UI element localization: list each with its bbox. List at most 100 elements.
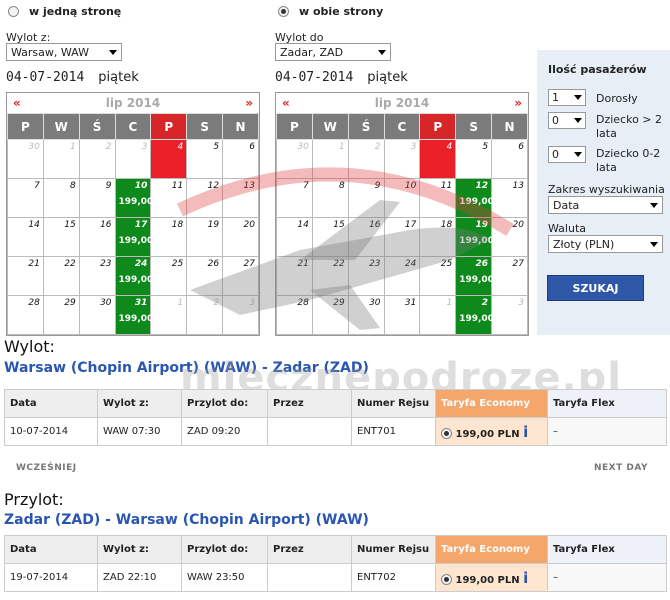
chevron-down-icon bbox=[378, 49, 386, 55]
calendar-day-cell[interactable]: 29 bbox=[42, 295, 80, 335]
day-number: 31 bbox=[134, 298, 148, 308]
weekday-header: C bbox=[383, 113, 421, 140]
calendar-day-cell[interactable]: 17 199,00 bbox=[114, 217, 153, 257]
calendar-day-cell[interactable]: 2 bbox=[78, 139, 116, 179]
calendar-day-cell[interactable]: 21 bbox=[7, 256, 44, 296]
calendar-day-cell[interactable]: 28 bbox=[7, 295, 44, 335]
round-trip-option[interactable]: w obie strony bbox=[278, 5, 383, 18]
col-arrival: Przylot do: bbox=[181, 389, 268, 418]
weekday-header: N bbox=[222, 113, 259, 140]
departure-date[interactable]: 04-07-2014 bbox=[6, 70, 84, 85]
plane-watermark-icon bbox=[177, 167, 514, 330]
arrival-date[interactable]: 04-07-2014 bbox=[275, 70, 353, 85]
table-header-row: Data Wylot z: Przylot do: Przez Numer Re… bbox=[4, 389, 667, 418]
arrival-day: piątek bbox=[367, 70, 408, 85]
flight-arrival: WAW 23:50 bbox=[181, 563, 268, 592]
col-departure: Wylot z: bbox=[97, 535, 182, 564]
calendar-day-cell[interactable]: 3 bbox=[114, 139, 152, 179]
departure-value: Warsaw, WAW bbox=[11, 45, 89, 59]
departure-select[interactable]: Warsaw, WAW bbox=[6, 43, 122, 61]
one-way-label: w jedną stronę bbox=[29, 5, 122, 18]
day-number: 22 bbox=[64, 259, 76, 269]
info-icon[interactable]: i bbox=[523, 569, 528, 587]
calendar-day-cell[interactable]: 9 bbox=[78, 178, 116, 218]
infant-select[interactable]: 0 bbox=[548, 146, 586, 163]
col-flex: Taryfa Flex bbox=[547, 535, 667, 564]
one-way-radio[interactable] bbox=[8, 6, 19, 17]
calendar-day-cell[interactable]: 10 199,00 bbox=[114, 178, 153, 218]
day-price: 199,00 bbox=[118, 314, 154, 324]
day-number: 24 bbox=[134, 259, 148, 269]
departure-day: piątek bbox=[98, 70, 139, 85]
weekday-header: W bbox=[42, 113, 80, 140]
day-number: 14 bbox=[28, 220, 40, 230]
economy-fare-price: 199,00 PLN bbox=[455, 574, 520, 586]
weekday-header: P bbox=[150, 113, 188, 140]
calendar-day-cell[interactable]: 15 bbox=[42, 217, 80, 257]
next-month-icon[interactable]: » bbox=[245, 96, 253, 110]
col-date: Data bbox=[4, 389, 98, 418]
search-range-select[interactable]: Data bbox=[548, 196, 663, 214]
day-number: 9 bbox=[105, 181, 112, 191]
col-economy: Taryfa Economy bbox=[435, 389, 548, 418]
calendar-day-cell[interactable]: 24 199,00 bbox=[114, 256, 153, 296]
chevron-down-icon bbox=[574, 152, 582, 157]
weekday-header: P bbox=[276, 113, 313, 140]
day-number: 1 bbox=[69, 142, 76, 152]
day-number: 8 bbox=[69, 181, 76, 191]
prev-month-icon[interactable]: « bbox=[13, 96, 21, 110]
calendar-month: lip 2014 bbox=[374, 96, 430, 110]
prev-month-icon[interactable]: « bbox=[282, 96, 290, 110]
passengers-title: Ilość pasażerów bbox=[548, 63, 647, 76]
weekday-header: W bbox=[311, 113, 349, 140]
adults-select[interactable]: 1 bbox=[548, 89, 586, 106]
calendar-day-cell[interactable]: 1 bbox=[42, 139, 80, 179]
chevron-down-icon bbox=[650, 241, 658, 247]
calendar-day-cell[interactable]: 30 bbox=[7, 139, 44, 179]
flight-departure: WAW 07:30 bbox=[97, 417, 182, 446]
calendar-header: « lip 2014 » bbox=[276, 93, 528, 113]
inbound-heading: Przylot: bbox=[4, 490, 64, 509]
table-header-row: Data Wylot z: Przylot do: Przez Numer Re… bbox=[4, 535, 667, 564]
economy-fare-radio[interactable] bbox=[441, 428, 452, 439]
calendar-day-cell[interactable]: 30 bbox=[78, 295, 116, 335]
currency-select[interactable]: Złoty (PLN) bbox=[548, 235, 663, 253]
col-economy: Taryfa Economy bbox=[435, 535, 548, 564]
economy-fare-radio[interactable] bbox=[441, 574, 452, 585]
next-month-icon[interactable]: » bbox=[514, 96, 522, 110]
flight-departure: ZAD 22:10 bbox=[97, 563, 182, 592]
child-value: 0 bbox=[552, 114, 559, 127]
chevron-down-icon bbox=[574, 95, 582, 100]
flight-number: ENT702 bbox=[351, 563, 436, 592]
calendar-day-cell[interactable]: 8 bbox=[42, 178, 80, 218]
adults-label: Dorosły bbox=[596, 92, 638, 105]
flight-date: 10-07-2014 bbox=[4, 417, 98, 446]
weekday-header: N bbox=[491, 113, 528, 140]
day-number: 21 bbox=[28, 259, 40, 269]
earlier-link[interactable]: WCZEŚNIEJ bbox=[16, 463, 77, 473]
economy-fare-cell[interactable]: 199,00 PLN i bbox=[435, 563, 548, 592]
flight-date: 19-07-2014 bbox=[4, 563, 98, 592]
next-day-link[interactable]: NEXT DAY bbox=[594, 463, 648, 473]
flight-via bbox=[267, 563, 352, 592]
flex-fare-cell: – bbox=[547, 563, 667, 592]
inbound-flights-table: Data Wylot z: Przylot do: Przez Numer Re… bbox=[4, 535, 667, 592]
calendar-day-cell[interactable]: 31 199,00 bbox=[114, 295, 154, 335]
day-number: 10 bbox=[134, 181, 148, 191]
search-button[interactable]: SZUKAJ bbox=[547, 275, 644, 301]
arrival-select[interactable]: Zadar, ZAD bbox=[275, 43, 391, 61]
economy-fare-cell[interactable]: 199,00 PLN i bbox=[435, 417, 548, 446]
calendar-day-cell[interactable]: 7 bbox=[7, 178, 44, 218]
child-select[interactable]: 0 bbox=[548, 112, 586, 129]
chevron-down-icon bbox=[650, 202, 658, 208]
calendar-day-cell[interactable]: 16 bbox=[78, 217, 116, 257]
calendar-day-cell[interactable]: 14 bbox=[7, 217, 44, 257]
round-trip-radio[interactable] bbox=[278, 6, 289, 17]
info-icon[interactable]: i bbox=[523, 423, 528, 441]
currency-value: Złoty (PLN) bbox=[553, 237, 615, 251]
col-flight-number: Numer Rejsu bbox=[351, 535, 436, 564]
calendar-day-cell[interactable]: 22 bbox=[42, 256, 80, 296]
one-way-option[interactable]: w jedną stronę bbox=[8, 5, 121, 18]
calendar-day-cell[interactable]: 23 bbox=[78, 256, 116, 296]
table-row: 10-07-2014 WAW 07:30 ZAD 09:20 ENT701 19… bbox=[4, 417, 667, 446]
